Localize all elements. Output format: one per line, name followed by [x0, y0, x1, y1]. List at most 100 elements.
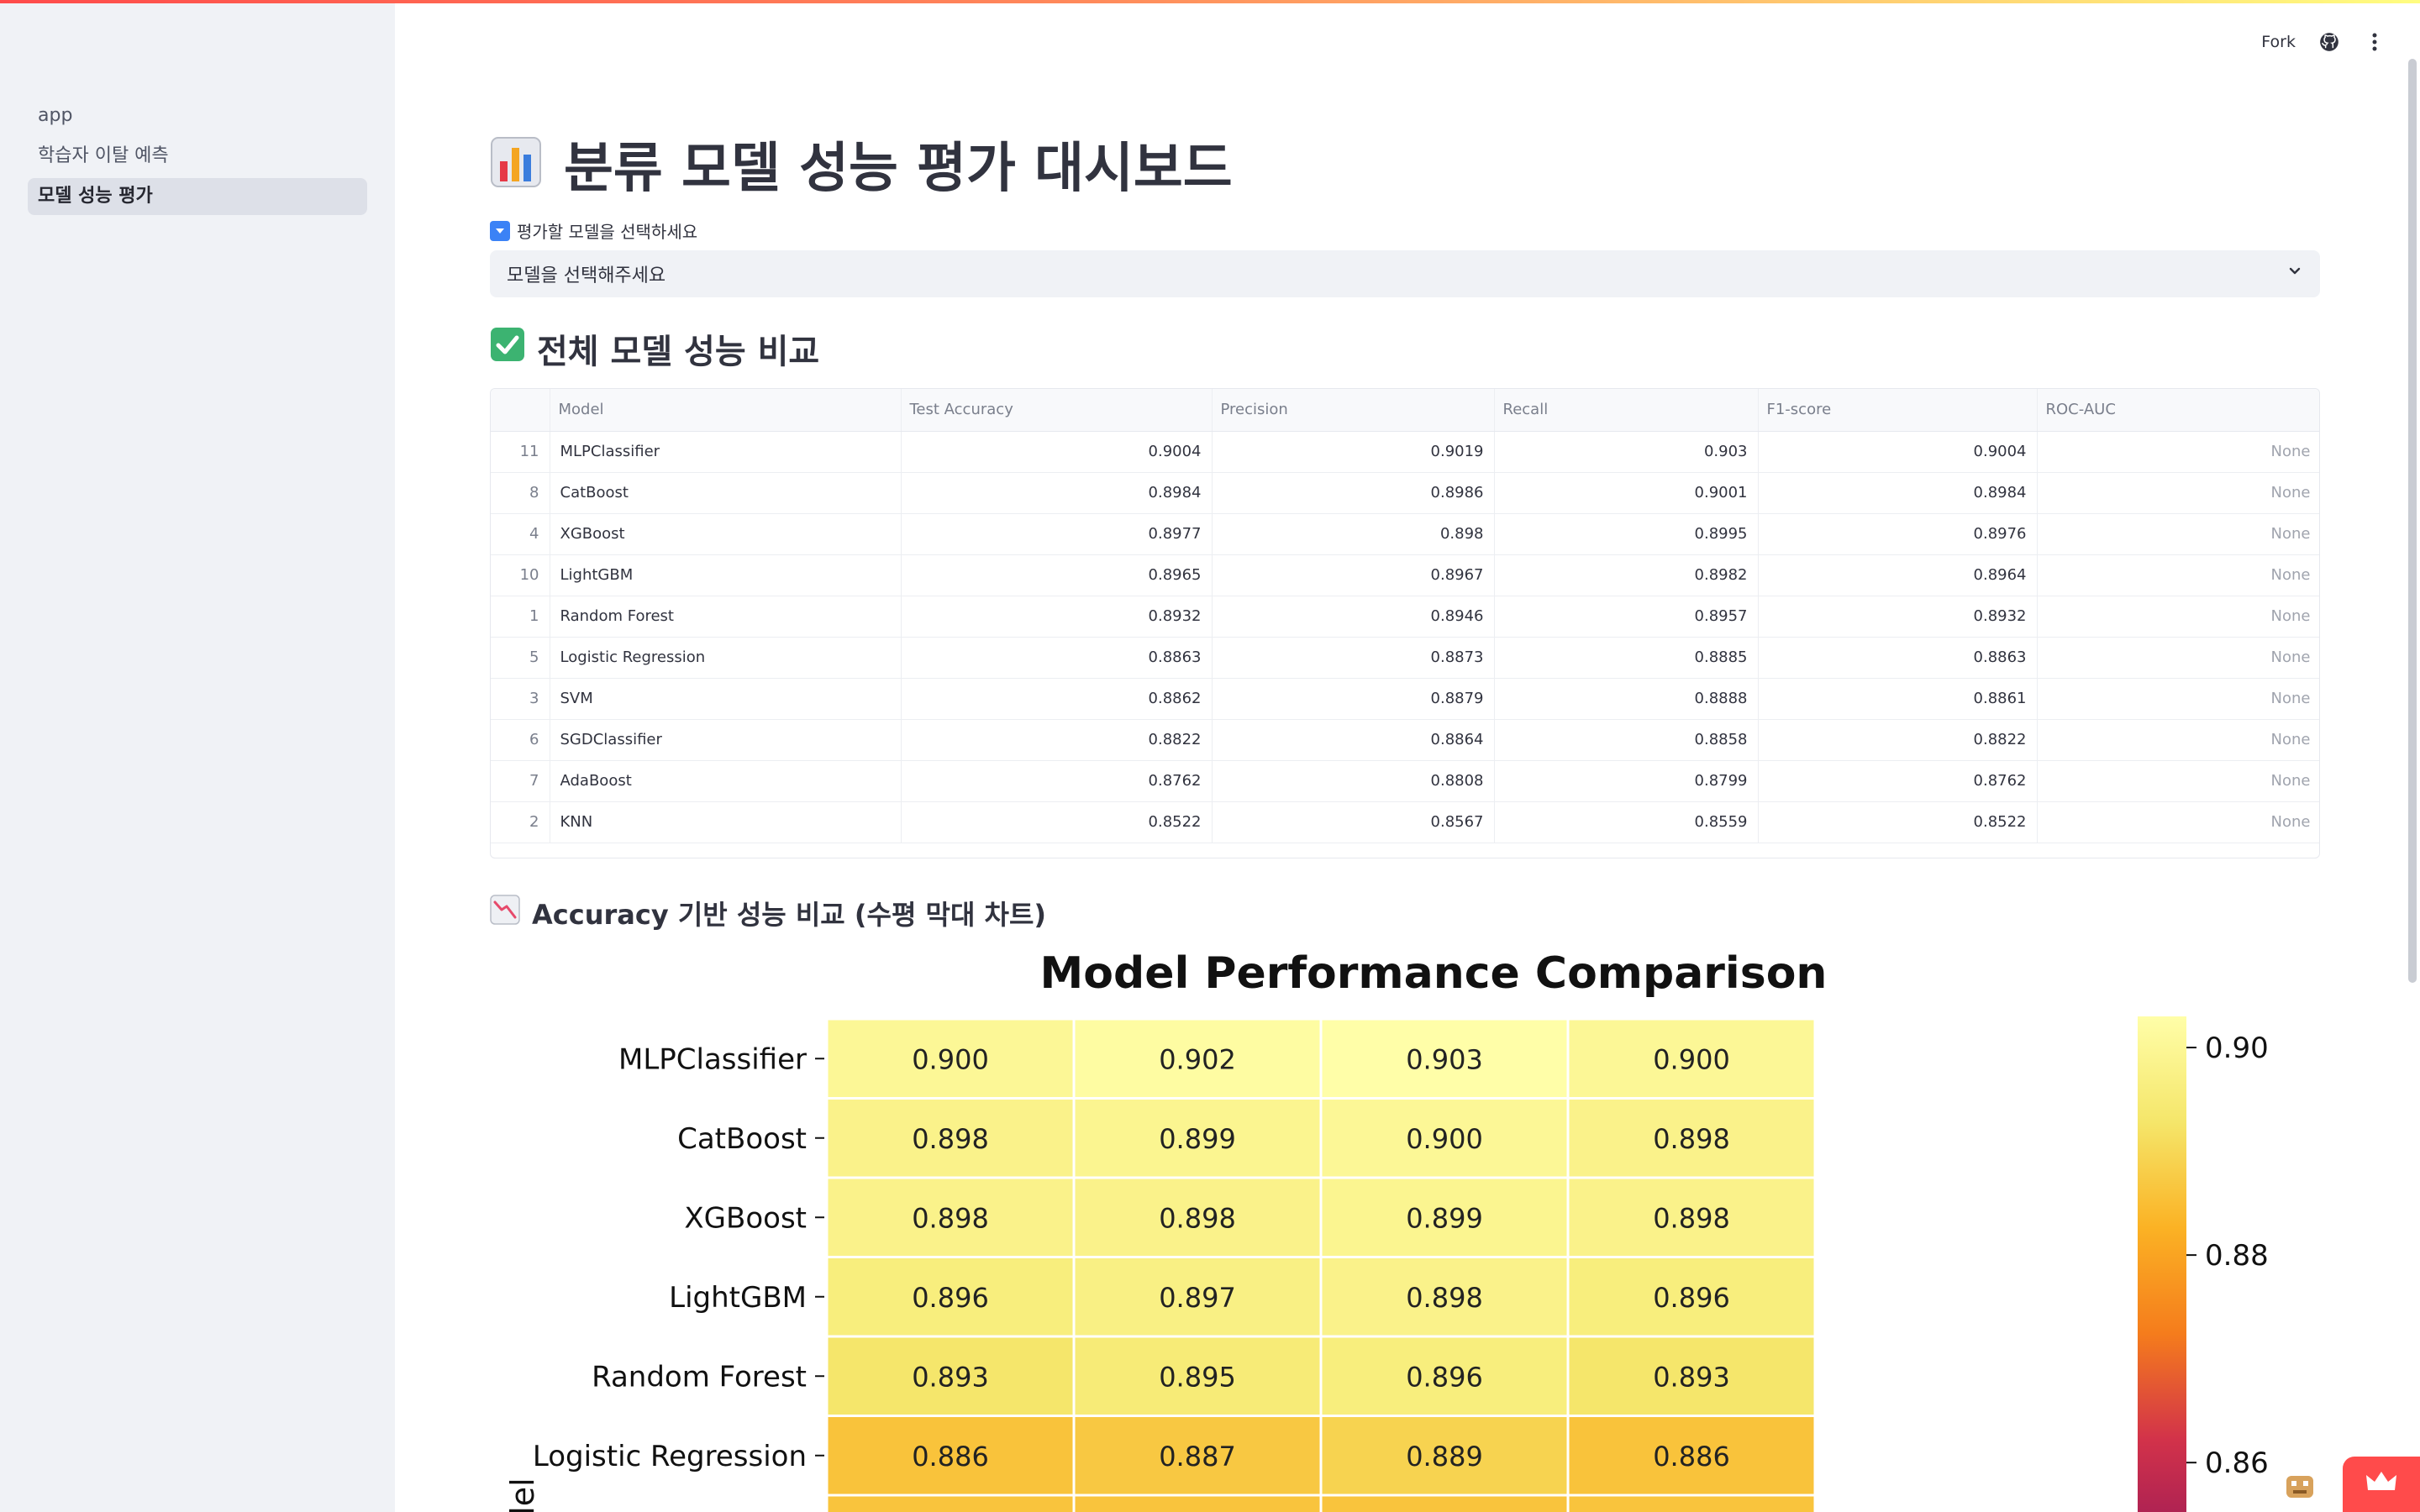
table-cell: 0.8863	[901, 637, 1213, 679]
table-cell: None	[2037, 719, 2319, 761]
table-cell: LightGBM	[550, 554, 902, 596]
data-label: 0.886	[1653, 1441, 1730, 1473]
colorbar-tick-label: 0.86	[2205, 1446, 2269, 1480]
assistant-avatar[interactable]	[2281, 1467, 2319, 1505]
table-cell: 0.9001	[1494, 472, 1759, 514]
arrow-down-icon	[490, 220, 510, 241]
table-cell: AdaBoost	[550, 760, 902, 802]
table-cell: MLPClassifier	[550, 431, 902, 473]
sidebar: app 학습자 이탈 예측 모델 성능 평가	[0, 0, 395, 1512]
column-header[interactable]: Precision	[1212, 389, 1495, 432]
table-cell: 0.8885	[1494, 637, 1759, 679]
column-header[interactable]: Test Accuracy	[901, 389, 1213, 432]
table-cell: 0.8957	[1494, 596, 1759, 638]
table-row[interactable]: 6 SGDClassifier 0.8822 0.8864 0.8858 0.8822 No…	[491, 719, 2319, 761]
table-row[interactable]: 7 AdaBoost 0.8762 0.8808 0.8799 0.8762 None	[491, 760, 2319, 802]
column-header[interactable]: F1-score	[1758, 389, 2038, 432]
sidebar-item-churn-prediction[interactable]: 학습자 이탈 예측	[28, 138, 367, 175]
table-row[interactable]: 5 Logistic Regression 0.8863 0.8873 0.8885 0.…	[491, 637, 2319, 679]
sidebar-item-model-evaluation[interactable]: 모델 성능 평가	[28, 178, 367, 215]
page-scrollbar[interactable]	[2408, 59, 2417, 983]
data-label: 0.898	[912, 1123, 989, 1155]
column-header[interactable]: Recall	[1494, 389, 1759, 432]
data-label: 0.895	[1159, 1361, 1236, 1393]
more-vertical-icon[interactable]	[2363, 30, 2386, 54]
chart-title: Model Performance Comparison	[1040, 948, 1828, 999]
table-cell: 0.8888	[1494, 678, 1759, 720]
table-cell: 7	[491, 760, 550, 802]
fork-button[interactable]: Fork	[2261, 33, 2296, 51]
column-header[interactable]: Model	[550, 389, 902, 432]
table-row[interactable]: 2 KNN 0.8522 0.8567 0.8559 0.8522 None	[491, 801, 2319, 843]
table-row[interactable]: 1 Random Forest 0.8932 0.8946 0.8957 0.8932 No…	[491, 596, 2319, 638]
table-cell: Logistic Regression	[550, 637, 902, 679]
data-label: 0.900	[1653, 1043, 1730, 1075]
table-cell: 0.903	[1494, 431, 1759, 473]
data-label: 0.900	[1406, 1123, 1483, 1155]
table-cell: XGBoost	[550, 513, 902, 555]
heatmap-cell-partial	[825, 1494, 1076, 1512]
table-cell: SVM	[550, 678, 902, 720]
table-cell: 0.8822	[1758, 719, 2038, 761]
table-cell: 5	[491, 637, 550, 679]
table-row[interactable]: 8 CatBoost 0.8984 0.8986 0.9001 0.8984 None	[491, 472, 2319, 514]
colorbar	[2138, 1016, 2186, 1512]
column-header[interactable]	[491, 389, 550, 432]
column-header[interactable]: ROC-AUC	[2037, 389, 2319, 432]
heatmap-cell-partial	[1566, 1494, 1817, 1512]
table-cell: SGDClassifier	[550, 719, 902, 761]
y-tick-label: Logistic Regression	[533, 1440, 807, 1473]
table-cell: 0.8879	[1212, 678, 1495, 720]
crown-icon	[2365, 1470, 2398, 1499]
model-comparison-table[interactable]: Model Test Accuracy Precision Recall F1-scor…	[490, 388, 2320, 858]
table-cell: None	[2037, 431, 2319, 473]
model-select-value: 모델을 선택해주세요	[507, 265, 666, 286]
y-axis-label: odel	[504, 1478, 541, 1512]
streamlit-badge-button[interactable]	[2343, 1457, 2420, 1512]
table-cell: None	[2037, 554, 2319, 596]
data-label: 0.896	[1406, 1361, 1483, 1393]
colorbar-tick-label: 0.90	[2205, 1032, 2269, 1065]
table-cell: 0.8984	[901, 472, 1213, 514]
chevron-down-icon	[2286, 263, 2303, 285]
table-cell: 10	[491, 554, 550, 596]
table-cell: 0.8822	[901, 719, 1213, 761]
section-heading-chart-text: Accuracy 기반 성능 비교 (수평 막대 차트)	[532, 899, 1047, 931]
table-row[interactable]: 10 LightGBM 0.8965 0.8967 0.8982 0.8964 None	[491, 554, 2319, 596]
table-cell: 0.8522	[1758, 801, 2038, 843]
table-cell: 0.9019	[1212, 431, 1495, 473]
table-cell: 0.8946	[1212, 596, 1495, 638]
table-cell: 0.8982	[1494, 554, 1759, 596]
table-cell: 0.8559	[1494, 801, 1759, 843]
table-cell: 0.8967	[1212, 554, 1495, 596]
table-row[interactable]: 11 MLPClassifier 0.9004 0.9019 0.903 0.9004 No…	[491, 431, 2319, 473]
table-cell: 0.8522	[901, 801, 1213, 843]
table-cell: 0.8986	[1212, 472, 1495, 514]
table-body: 11 MLPClassifier 0.9004 0.9019 0.903 0.9004 No…	[491, 431, 2319, 843]
table-cell: 0.8964	[1758, 554, 2038, 596]
sidebar-item-app[interactable]: app	[28, 97, 367, 134]
section-heading-chart: Accuracy 기반 성능 비교 (수평 막대 차트)	[490, 892, 1046, 934]
data-label: 0.893	[912, 1361, 989, 1393]
table-cell: None	[2037, 596, 2319, 638]
table-header: Model Test Accuracy Precision Recall F1-scor…	[491, 389, 2319, 432]
table-cell: 0.8873	[1212, 637, 1495, 679]
table-cell: 0.8762	[901, 760, 1213, 802]
data-label: 0.899	[1406, 1202, 1483, 1234]
table-cell: None	[2037, 678, 2319, 720]
table-cell: CatBoost	[550, 472, 902, 514]
table-cell: KNN	[550, 801, 902, 843]
table-cell: 8	[491, 472, 550, 514]
github-icon[interactable]	[2317, 30, 2341, 54]
table-cell: 0.9004	[1758, 431, 2038, 473]
y-tick-label: MLPClassifier	[618, 1042, 807, 1076]
table-row[interactable]: 3 SVM 0.8862 0.8879 0.8888 0.8861 None	[491, 678, 2319, 720]
model-select[interactable]: 모델을 선택해주세요	[490, 250, 2320, 297]
data-label: 0.900	[912, 1043, 989, 1075]
data-label: 0.898	[1653, 1123, 1730, 1155]
data-label: 0.897	[1159, 1282, 1236, 1314]
colorbar-tick-label: 0.88	[2205, 1239, 2269, 1273]
table-cell: 0.8808	[1212, 760, 1495, 802]
table-row[interactable]: 4 XGBoost 0.8977 0.898 0.8995 0.8976 None	[491, 513, 2319, 555]
table-cell: 0.8864	[1212, 719, 1495, 761]
